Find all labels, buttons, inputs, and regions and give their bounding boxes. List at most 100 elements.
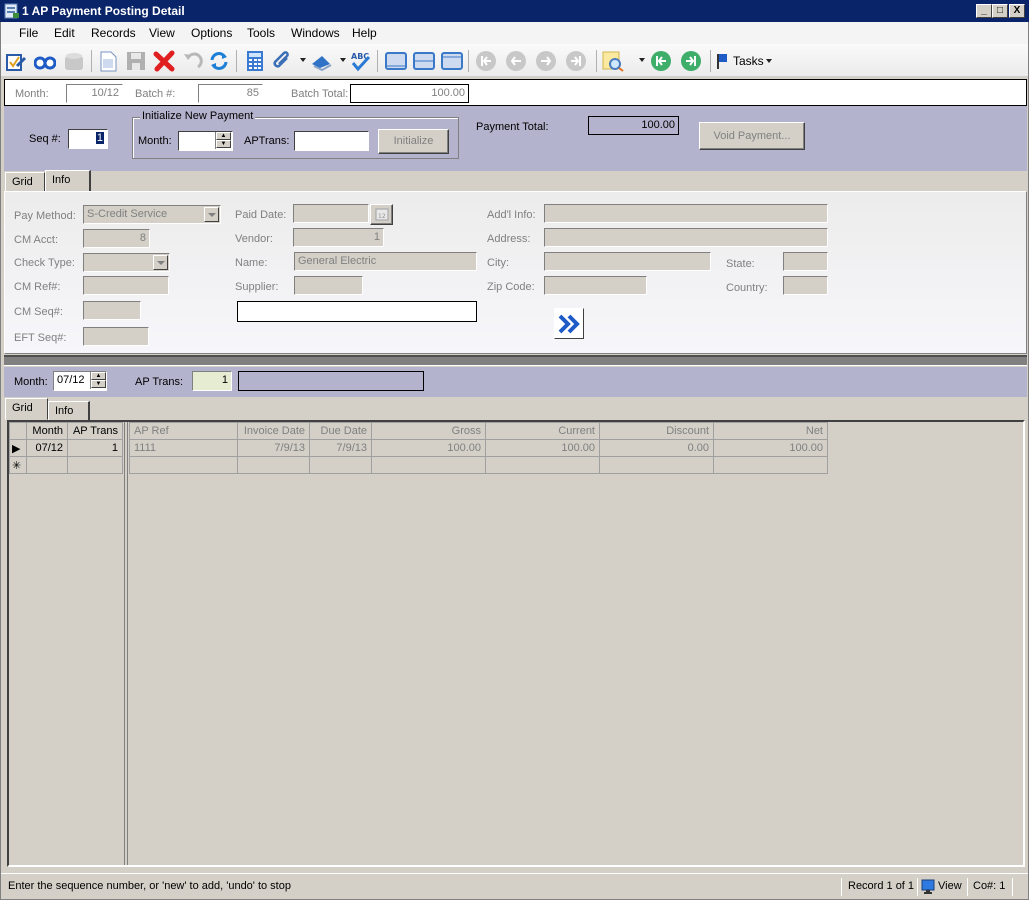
scan-dropdown-icon[interactable]: [340, 58, 346, 62]
edit-form-icon[interactable]: [5, 50, 27, 72]
frozen-column-splitter[interactable]: [124, 422, 128, 865]
pay-method-select[interactable]: S-Credit Service: [83, 205, 221, 224]
cell-gross[interactable]: 100.00: [371, 439, 486, 457]
tasks-dropdown-icon[interactable]: [766, 59, 772, 63]
upper-tab-grid[interactable]: Grid: [5, 172, 45, 192]
cell-net[interactable]: 100.00: [713, 439, 828, 457]
cm-seq-field[interactable]: [83, 301, 141, 320]
cell-discount[interactable]: 0.00: [599, 439, 714, 457]
query-dropdown-icon[interactable]: [639, 58, 645, 62]
menu-file[interactable]: File: [19, 26, 38, 40]
attachment-dropdown-icon[interactable]: [300, 58, 306, 62]
menu-view[interactable]: View: [149, 26, 175, 40]
col-header-month[interactable]: Month: [26, 422, 68, 440]
calendar-button[interactable]: 12: [370, 204, 393, 225]
seq-input[interactable]: 1: [68, 129, 108, 149]
expand-address-button[interactable]: [554, 308, 584, 339]
menu-records[interactable]: Records: [91, 26, 136, 40]
scan-icon[interactable]: [310, 50, 332, 72]
menu-bar: File Edit Records View Options Tools Win…: [1, 22, 1028, 44]
eft-seq-field[interactable]: [83, 327, 149, 346]
upper-tab-info[interactable]: Info: [45, 170, 91, 192]
cell-due-date[interactable]: [309, 456, 372, 474]
initialize-button[interactable]: Initialize: [378, 129, 449, 154]
spin-down-icon[interactable]: ▼: [216, 140, 231, 148]
cm-acct-label: CM Acct:: [14, 234, 59, 246]
minimize-button[interactable]: _: [976, 4, 992, 18]
col-header-due-date[interactable]: Due Date: [309, 422, 372, 440]
col-header-ap-trans[interactable]: AP Trans: [67, 422, 123, 440]
lower-tab-info[interactable]: Info: [48, 401, 90, 421]
cell-ap-trans[interactable]: 1: [67, 439, 123, 457]
menu-tools[interactable]: Tools: [247, 26, 275, 40]
tasks-menu[interactable]: Tasks: [733, 54, 764, 68]
cell-ap-ref[interactable]: 1111: [129, 439, 238, 457]
layout-bottom-icon[interactable]: [441, 50, 463, 72]
table-row-new[interactable]: [129, 456, 828, 474]
current-row-indicator-icon: ▶: [9, 439, 27, 457]
init-aptrans-input[interactable]: [294, 131, 369, 151]
cell-discount[interactable]: [599, 456, 714, 474]
menu-edit[interactable]: Edit: [54, 26, 75, 40]
spin-down-icon[interactable]: ▼: [91, 380, 106, 388]
cell-month[interactable]: [26, 456, 68, 474]
new-row-indicator-icon: ✳: [9, 456, 27, 474]
detail-month-spinner[interactable]: ▲ ▼: [90, 372, 106, 389]
close-button[interactable]: X: [1009, 4, 1025, 18]
maximize-button[interactable]: □: [992, 4, 1008, 18]
table-row[interactable]: 1111 7/9/13 7/9/13 100.00 100.00 0.00 10…: [129, 439, 828, 457]
first-batch-icon[interactable]: [650, 50, 672, 72]
spin-up-icon[interactable]: ▲: [91, 372, 106, 380]
lower-tab-grid[interactable]: Grid: [5, 398, 48, 420]
toolbar-separator: [468, 50, 469, 72]
col-header-current[interactable]: Current: [485, 422, 600, 440]
spin-up-icon[interactable]: ▲: [216, 132, 231, 140]
paid-date-field[interactable]: [293, 204, 369, 223]
attachment-icon[interactable]: [271, 50, 293, 72]
cell-due-date[interactable]: 7/9/13: [309, 439, 372, 457]
new-record-icon[interactable]: [97, 50, 119, 72]
col-header-gross[interactable]: Gross: [371, 422, 486, 440]
cell-net[interactable]: [713, 456, 828, 474]
cell-ap-ref[interactable]: [129, 456, 238, 474]
refresh-icon[interactable]: [208, 50, 230, 72]
ap-trans-field[interactable]: 1: [192, 371, 232, 391]
col-header-invoice-date[interactable]: Invoice Date: [237, 422, 310, 440]
col-header-net[interactable]: Net: [713, 422, 828, 440]
table-row-new[interactable]: ✳: [9, 456, 123, 474]
cm-seq-label: CM Seq#:: [14, 306, 63, 318]
cell-current[interactable]: 100.00: [485, 439, 600, 457]
menu-windows[interactable]: Windows: [291, 26, 340, 40]
cell-current[interactable]: [485, 456, 600, 474]
delete-icon[interactable]: [153, 50, 175, 72]
cell-month[interactable]: 07/12: [26, 439, 68, 457]
void-payment-button[interactable]: Void Payment...: [699, 122, 805, 150]
cm-acct-field[interactable]: 8: [83, 229, 150, 248]
cell-gross[interactable]: [371, 456, 486, 474]
table-row[interactable]: ▶ 07/12 1: [9, 439, 123, 457]
lookup-binoculars-icon[interactable]: [34, 50, 56, 72]
init-month-spinner[interactable]: ▲ ▼: [215, 132, 231, 149]
menu-options[interactable]: Options: [191, 26, 232, 40]
layout-middle-icon[interactable]: [413, 50, 435, 72]
col-header-ap-ref[interactable]: AP Ref: [129, 422, 238, 440]
tasks-flag-icon[interactable]: [715, 53, 729, 69]
supplier-field[interactable]: [294, 276, 363, 295]
cell-invoice-date[interactable]: 7/9/13: [237, 439, 310, 457]
check-type-dropdown-icon[interactable]: [153, 255, 168, 270]
menu-help[interactable]: Help: [352, 26, 377, 40]
calculator-icon[interactable]: [244, 50, 266, 72]
col-header-discount[interactable]: Discount: [599, 422, 714, 440]
last-batch-icon[interactable]: [680, 50, 702, 72]
layout-top-icon[interactable]: [385, 50, 407, 72]
state-label: State:: [726, 258, 755, 270]
spellcheck-icon[interactable]: ABC: [349, 50, 371, 72]
cm-ref-field[interactable]: [83, 276, 169, 295]
pay-method-dropdown-icon[interactable]: [204, 207, 219, 222]
cell-invoice-date[interactable]: [237, 456, 310, 474]
query-icon[interactable]: [602, 50, 624, 72]
vendor-field[interactable]: 1: [293, 228, 384, 247]
panel-splitter[interactable]: [4, 355, 1027, 366]
cell-ap-trans[interactable]: [67, 456, 123, 474]
paid-date-label: Paid Date:: [235, 209, 287, 221]
